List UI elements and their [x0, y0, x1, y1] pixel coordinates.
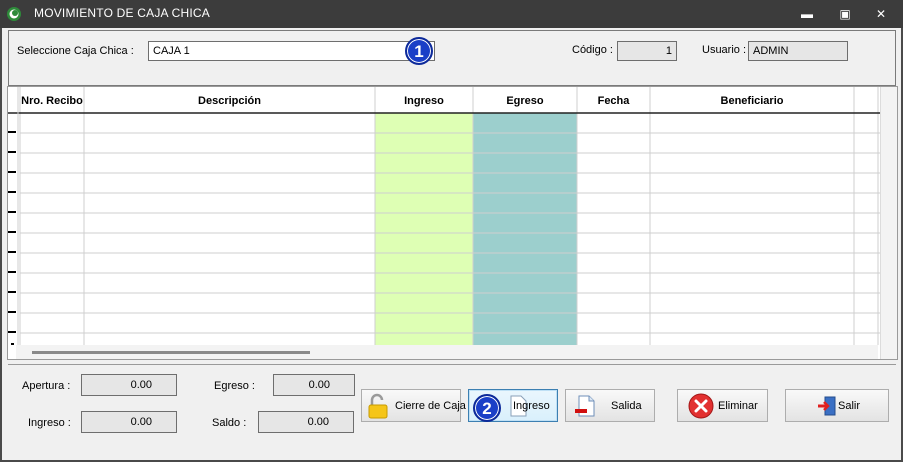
window-title: MOVIMIENTO DE CAJA CHICA [34, 6, 210, 20]
footer-panel: Apertura : 0.00 Egreso : 0.00 Ingreso : … [8, 364, 896, 456]
row-indicator [8, 331, 16, 333]
eliminar-button[interactable]: Eliminar [677, 389, 768, 422]
grid-column-fill [473, 113, 577, 345]
eliminar-button-label: Eliminar [718, 400, 758, 412]
grid-canvas: Nro. Recibo Descripción Ingreso Egreso Fecha… [8, 87, 880, 345]
minimize-button[interactable]: ▬ [790, 4, 824, 24]
caja-label: Seleccione Caja Chica : [17, 45, 134, 57]
horizontal-scrollbar[interactable] [16, 345, 878, 359]
column-header[interactable]: Nro. Recibo [21, 95, 83, 107]
salida-button[interactable]: Salida [565, 389, 655, 422]
caja-select[interactable]: CAJA 1 [148, 41, 435, 61]
row-indicator [8, 291, 16, 293]
row-indicator [8, 171, 16, 173]
row-indicator [8, 271, 16, 273]
cierre-caja-label: Cierre de Caja [395, 400, 466, 412]
row-indicator [8, 211, 16, 213]
maximize-button[interactable]: ▣ [828, 4, 862, 24]
cierre-caja-button[interactable]: Cierre de Caja [361, 389, 466, 422]
close-button[interactable]: ✕ [864, 4, 898, 24]
client-area: Seleccione Caja Chica : CAJA 1 1 Código … [2, 28, 901, 460]
title-bar: MOVIMIENTO DE CAJA CHICA ▬ ▣ ✕ [0, 0, 903, 28]
usuario-field: ADMIN [748, 41, 848, 61]
row-indicator [8, 251, 16, 253]
ingreso-total-field: 0.00 [81, 411, 177, 433]
row-indicator [8, 191, 16, 193]
codigo-field: 1 [617, 41, 677, 61]
column-header[interactable]: Egreso [506, 95, 544, 107]
app-window: MOVIMIENTO DE CAJA CHICA ▬ ▣ ✕ Seleccion… [0, 0, 903, 462]
usuario-label: Usuario : [702, 44, 747, 56]
document-minus-icon [575, 395, 595, 417]
salida-button-label: Salida [611, 400, 642, 412]
padlock-open-icon [368, 393, 388, 419]
egreso-label: Egreso : [214, 380, 255, 392]
header-panel: Seleccione Caja Chica : CAJA 1 1 Código … [8, 30, 896, 86]
apertura-field: 0.00 [81, 374, 177, 396]
vertical-scrollbar[interactable] [880, 87, 897, 359]
ingreso-button-label: Ingreso [513, 400, 550, 412]
row-indicator [8, 131, 16, 133]
row-indicator [8, 231, 16, 233]
app-icon [7, 7, 21, 21]
horizontal-scroll-thumb[interactable] [32, 351, 310, 354]
saldo-field: 0.00 [258, 411, 354, 433]
grid-column-fill [375, 113, 473, 345]
codigo-label: Código : [572, 44, 613, 56]
row-indicator [8, 151, 16, 153]
callout-badge-1: 1 [405, 37, 433, 65]
red-x-circle-icon [688, 393, 714, 419]
saldo-label: Saldo : [212, 417, 247, 429]
column-header[interactable]: Descripción [198, 95, 261, 107]
column-header[interactable]: Ingreso [404, 95, 444, 107]
column-header[interactable]: Fecha [598, 95, 631, 107]
row-indicator [8, 311, 16, 313]
callout-badge-2: 2 [473, 394, 501, 422]
exit-door-arrow-icon [818, 396, 836, 416]
salir-button-label: Salir [838, 400, 861, 412]
egreso-field: 0.00 [273, 374, 355, 396]
ingreso-total-label: Ingreso : [28, 417, 71, 429]
column-header[interactable]: Beneficiario [721, 95, 784, 107]
movements-grid[interactable]: Nro. Recibo Descripción Ingreso Egreso Fecha… [7, 86, 898, 360]
salir-button[interactable]: Salir [785, 389, 889, 422]
apertura-label: Apertura : [22, 380, 71, 392]
